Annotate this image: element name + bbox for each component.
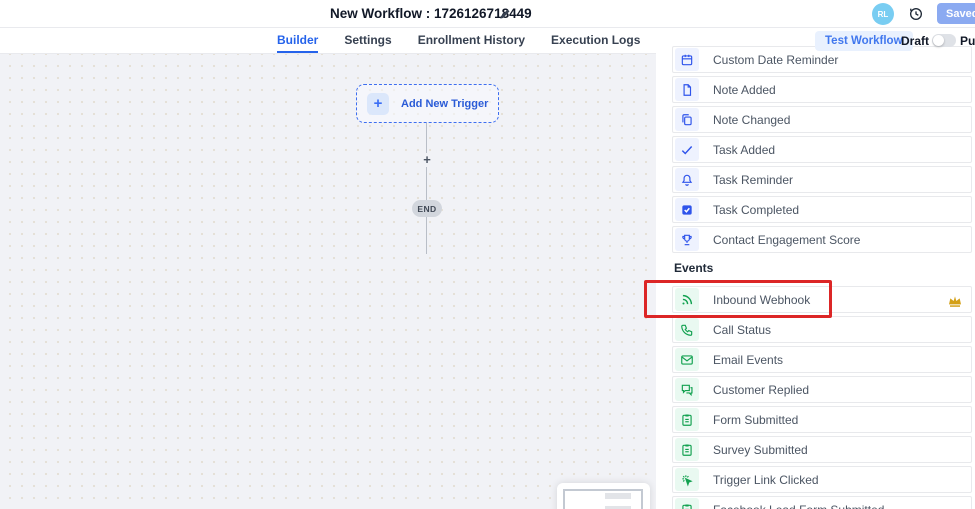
- trigger-option-task-added[interactable]: Task Added: [672, 136, 972, 163]
- task-completed-icon: [675, 198, 699, 221]
- option-label: Inbound Webhook: [713, 293, 810, 307]
- option-label: Email Events: [713, 353, 783, 367]
- option-label: Facebook Lead Form Submitted: [713, 503, 884, 509]
- trigger-option-survey-submitted[interactable]: Survey Submitted: [672, 436, 972, 463]
- option-label: Customer Replied: [713, 383, 809, 397]
- trigger-option-note-changed[interactable]: Note Changed: [672, 106, 972, 133]
- publish-toggle[interactable]: [932, 34, 956, 47]
- option-label: Survey Submitted: [713, 443, 808, 457]
- trigger-option-facebook-lead-form-submitted[interactable]: Facebook Lead Form Submitted: [672, 496, 972, 509]
- option-label: Note Changed: [713, 113, 790, 127]
- draft-label: Draft: [901, 34, 929, 48]
- chat-icon: [675, 378, 699, 401]
- cursor-click-icon: [675, 468, 699, 491]
- option-label: Contact Engagement Score: [713, 233, 860, 247]
- option-label: Trigger Link Clicked: [713, 473, 819, 487]
- workflow-canvas[interactable]: + Add New Trigger + END: [0, 54, 656, 509]
- email-icon: [675, 348, 699, 371]
- note-changed-icon: [675, 108, 699, 131]
- trigger-option-task-completed[interactable]: Task Completed: [672, 196, 972, 223]
- add-trigger-label: Add New Trigger: [401, 98, 488, 110]
- trigger-option-contact-engagement-score[interactable]: Contact Engagement Score: [672, 226, 972, 253]
- clipboard-icon: [675, 408, 699, 431]
- add-node-plus-icon[interactable]: +: [420, 153, 434, 167]
- option-label: Note Added: [713, 83, 776, 97]
- trigger-option-note-added[interactable]: Note Added: [672, 76, 972, 103]
- trigger-picker-panel: Custom Date Reminder Note Added Note Cha…: [656, 44, 975, 509]
- trophy-icon: [675, 228, 699, 251]
- trigger-option-form-submitted[interactable]: Form Submitted: [672, 406, 972, 433]
- note-icon: [675, 78, 699, 101]
- tab-bar: Builder Settings Enrollment History Exec…: [277, 28, 640, 54]
- top-header: New Workflow : 1726126718449 RL Saved: [0, 0, 975, 28]
- crown-icon: [947, 293, 963, 309]
- preview-placeholder-bar: [605, 493, 631, 499]
- option-label: Form Submitted: [713, 413, 798, 427]
- avatar[interactable]: RL: [872, 3, 894, 25]
- trigger-option-customer-replied[interactable]: Customer Replied: [672, 376, 972, 403]
- workflow-builder-app: New Workflow : 1726126718449 RL Saved Bu…: [0, 0, 975, 509]
- saved-button[interactable]: Saved: [937, 3, 975, 24]
- tab-enrollment-history[interactable]: Enrollment History: [418, 28, 525, 53]
- option-label: Custom Date Reminder: [713, 53, 838, 67]
- preview-frame: [563, 489, 643, 509]
- plus-icon: +: [367, 93, 389, 115]
- option-label: Call Status: [713, 323, 771, 337]
- trigger-option-call-status[interactable]: Call Status: [672, 316, 972, 343]
- test-workflow-button[interactable]: Test Workflow: [815, 31, 913, 51]
- calendar-icon: [675, 48, 699, 71]
- tab-settings[interactable]: Settings: [344, 28, 391, 53]
- trigger-option-email-events[interactable]: Email Events: [672, 346, 972, 373]
- clipboard-icon: [675, 438, 699, 461]
- publish-label: Publish: [960, 34, 975, 48]
- toggle-knob: [933, 35, 944, 46]
- webhook-icon: [675, 288, 699, 311]
- check-icon: [675, 138, 699, 161]
- tab-execution-logs[interactable]: Execution Logs: [551, 28, 640, 53]
- end-node: END: [412, 200, 442, 217]
- connector-line: [426, 123, 427, 254]
- clipboard-icon: [675, 498, 699, 509]
- trigger-option-inbound-webhook[interactable]: Inbound Webhook: [672, 286, 972, 313]
- trigger-option-task-reminder[interactable]: Task Reminder: [672, 166, 972, 193]
- clock-history-icon[interactable]: [908, 6, 924, 22]
- trigger-option-trigger-link-clicked[interactable]: Trigger Link Clicked: [672, 466, 972, 493]
- tab-builder[interactable]: Builder: [277, 28, 318, 53]
- events-section-header: Events: [674, 261, 713, 275]
- option-label: Task Reminder: [713, 173, 793, 187]
- bell-icon: [675, 168, 699, 191]
- option-label: Task Added: [713, 143, 775, 157]
- preview-popup[interactable]: [557, 483, 650, 509]
- add-new-trigger-button[interactable]: + Add New Trigger: [356, 84, 499, 123]
- option-label: Task Completed: [713, 203, 799, 217]
- phone-icon: [675, 318, 699, 341]
- pencil-icon[interactable]: [498, 7, 512, 21]
